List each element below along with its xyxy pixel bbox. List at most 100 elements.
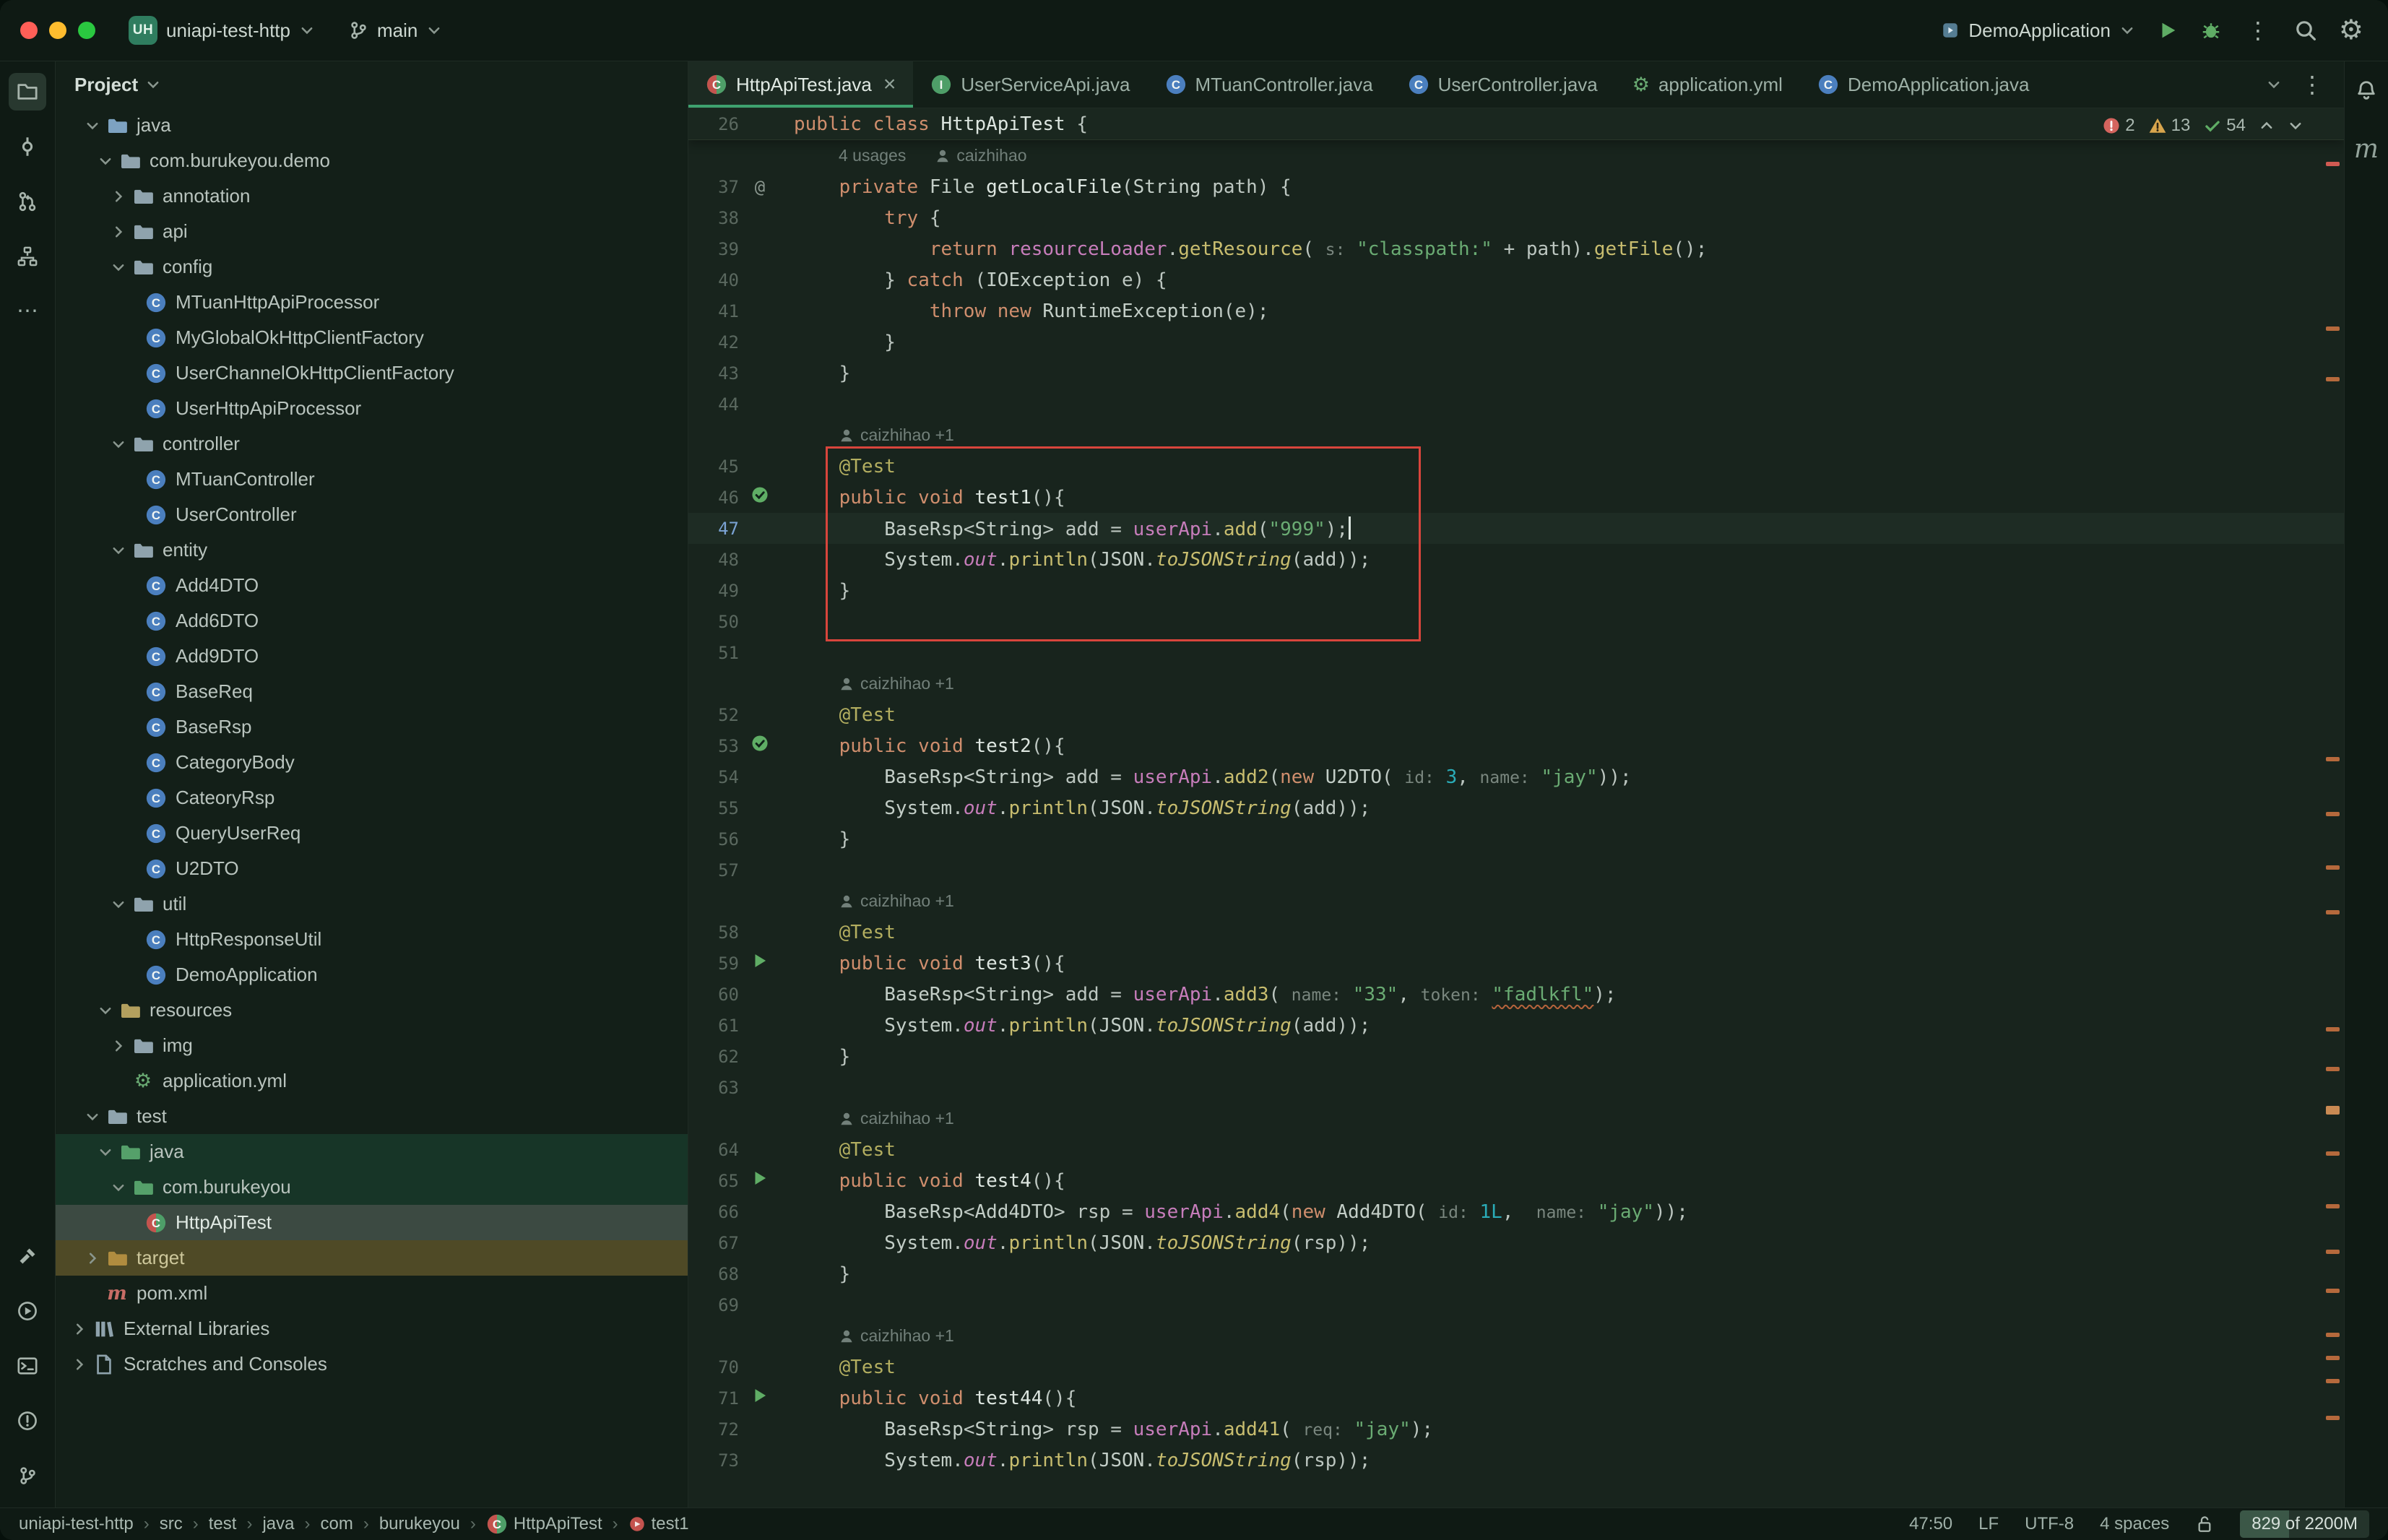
inlay-hint-line[interactable]: caizhihao +1 bbox=[688, 886, 2344, 917]
chevron-down-icon[interactable] bbox=[109, 259, 128, 275]
line-number[interactable]: 66 bbox=[688, 1202, 743, 1222]
line-number[interactable]: 63 bbox=[688, 1078, 743, 1098]
inlay-hint-line[interactable]: caizhihao +1 bbox=[688, 1320, 2344, 1351]
tree-item[interactable]: test bbox=[56, 1099, 688, 1134]
code-text[interactable]: BaseRsp<String> rsp = userApi.add41( req… bbox=[776, 1419, 1433, 1440]
code-line[interactable]: 64 @Test bbox=[688, 1134, 2344, 1165]
file-encoding[interactable]: UTF-8 bbox=[2025, 1514, 2074, 1534]
tree-item[interactable]: com.burukeyou.demo bbox=[56, 143, 688, 178]
line-number[interactable]: 48 bbox=[688, 550, 743, 570]
tree-item[interactable]: annotation bbox=[56, 178, 688, 214]
tree-item[interactable]: util bbox=[56, 886, 688, 922]
code-line[interactable]: 67 System.out.println(JSON.toJSONString(… bbox=[688, 1227, 2344, 1258]
code-line[interactable]: 40 } catch (IOException e) { bbox=[688, 264, 2344, 295]
breadcrumb-item[interactable]: java bbox=[262, 1514, 294, 1534]
editor[interactable]: 26public class HttpApiTest { 4 usagescai… bbox=[688, 108, 2344, 1507]
line-number[interactable]: 49 bbox=[688, 581, 743, 601]
chevron-right-icon[interactable] bbox=[70, 1321, 89, 1337]
code-line[interactable]: 65 public void test4(){ bbox=[688, 1165, 2344, 1196]
more-actions-icon[interactable]: ⋮ bbox=[2244, 19, 2272, 42]
tree-item[interactable]: CUserController bbox=[56, 497, 688, 532]
code-text[interactable]: public void test3(){ bbox=[776, 953, 1065, 974]
tree-item[interactable]: CU2DTO bbox=[56, 851, 688, 886]
code-text[interactable]: BaseRsp<Add4DTO> rsp = userApi.add4(new … bbox=[776, 1201, 1688, 1223]
line-number[interactable]: 59 bbox=[688, 953, 743, 974]
chevron-right-icon[interactable] bbox=[70, 1357, 89, 1372]
chevron-down-icon[interactable] bbox=[109, 896, 128, 912]
code-line[interactable]: 71 public void test44(){ bbox=[688, 1383, 2344, 1414]
tree-item[interactable]: java bbox=[56, 1134, 688, 1169]
code-text[interactable]: @Test bbox=[776, 704, 896, 726]
chevron-down-icon[interactable] bbox=[145, 77, 161, 92]
hidden-tabs-chevron-icon[interactable] bbox=[2266, 77, 2282, 92]
editor-tab[interactable]: ⚙application.yml bbox=[1615, 61, 1800, 108]
breadcrumb-item[interactable]: test bbox=[209, 1514, 237, 1534]
code-line[interactable]: 51 bbox=[688, 637, 2344, 668]
line-number[interactable]: 71 bbox=[688, 1388, 743, 1409]
line-number[interactable]: 56 bbox=[688, 829, 743, 849]
line-number[interactable]: 55 bbox=[688, 798, 743, 818]
maven-tool-button[interactable]: m bbox=[2348, 131, 2385, 168]
minimize-window-button[interactable] bbox=[49, 22, 66, 39]
tree-item[interactable]: CCategoryBody bbox=[56, 745, 688, 780]
line-number[interactable]: 68 bbox=[688, 1264, 743, 1284]
line-number[interactable]: 67 bbox=[688, 1233, 743, 1253]
code-line[interactable]: 55 System.out.println(JSON.toJSONString(… bbox=[688, 792, 2344, 823]
code-text[interactable]: System.out.println(JSON.toJSONString(add… bbox=[776, 797, 1370, 819]
tree-item[interactable]: controller bbox=[56, 426, 688, 462]
line-number[interactable]: 57 bbox=[688, 860, 743, 881]
run-button[interactable] bbox=[2157, 20, 2179, 41]
line-number[interactable]: 38 bbox=[688, 208, 743, 228]
code-text[interactable]: @Test bbox=[776, 1139, 896, 1161]
code-line[interactable]: 57 bbox=[688, 855, 2344, 886]
chevron-right-icon[interactable] bbox=[109, 189, 128, 204]
code-line[interactable]: 42 } bbox=[688, 326, 2344, 358]
indent-style[interactable]: 4 spaces bbox=[2100, 1514, 2169, 1534]
prev-issue-icon[interactable] bbox=[2259, 118, 2275, 134]
line-number[interactable]: 65 bbox=[688, 1171, 743, 1191]
code-line[interactable]: 69 bbox=[688, 1289, 2344, 1320]
code-line[interactable]: 60 BaseRsp<String> add = userApi.add3( n… bbox=[688, 979, 2344, 1010]
line-number[interactable]: 60 bbox=[688, 985, 743, 1005]
line-number[interactable]: 26 bbox=[688, 114, 743, 134]
test-passed-icon[interactable] bbox=[750, 485, 769, 509]
code-line[interactable]: 61 System.out.println(JSON.toJSONString(… bbox=[688, 1010, 2344, 1041]
chevron-down-icon[interactable] bbox=[83, 118, 102, 134]
code-line[interactable]: 58 @Test bbox=[688, 917, 2344, 948]
breadcrumb-item[interactable]: com bbox=[320, 1514, 352, 1534]
tree-item[interactable]: mpom.xml bbox=[56, 1276, 688, 1311]
code-text[interactable]: public class HttpApiTest { bbox=[776, 113, 1088, 135]
line-number[interactable]: 54 bbox=[688, 767, 743, 787]
code-line[interactable]: 59 public void test3(){ bbox=[688, 948, 2344, 979]
tree-item[interactable]: CAdd4DTO bbox=[56, 568, 688, 603]
code-line[interactable]: 43 } bbox=[688, 358, 2344, 389]
chevron-right-icon[interactable] bbox=[109, 224, 128, 240]
code-text[interactable]: BaseRsp<String> add = userApi.add3( name… bbox=[776, 984, 1617, 1005]
code-text[interactable]: } bbox=[776, 332, 896, 353]
code-text[interactable]: @Test bbox=[776, 456, 896, 477]
inlay-hint-line[interactable]: caizhihao +1 bbox=[688, 668, 2344, 699]
tree-item[interactable]: java bbox=[56, 108, 688, 143]
tree-item[interactable]: CUserHttpApiProcessor bbox=[56, 391, 688, 426]
line-number[interactable]: 69 bbox=[688, 1295, 743, 1315]
code-line[interactable]: 72 BaseRsp<String> rsp = userApi.add41( … bbox=[688, 1414, 2344, 1445]
run-test-icon[interactable] bbox=[750, 1386, 769, 1410]
chevron-down-icon[interactable] bbox=[96, 153, 115, 169]
tree-item[interactable]: Scratches and Consoles bbox=[56, 1346, 688, 1382]
errors-indicator[interactable]: 2 bbox=[2102, 116, 2134, 136]
code-text[interactable]: System.out.println(JSON.toJSONString(rsp… bbox=[776, 1232, 1370, 1254]
breadcrumb-item[interactable]: src bbox=[160, 1514, 183, 1534]
code-text[interactable]: public void test1(){ bbox=[776, 487, 1065, 509]
code-text[interactable]: private File getLocalFile(String path) { bbox=[776, 176, 1292, 198]
line-number[interactable]: 64 bbox=[688, 1140, 743, 1160]
editor-tab[interactable]: IUserServiceApi.java bbox=[913, 61, 1147, 108]
line-number[interactable]: 45 bbox=[688, 457, 743, 477]
tree-item[interactable]: CMTuanHttpApiProcessor bbox=[56, 285, 688, 320]
code-text[interactable]: @Test bbox=[776, 922, 896, 943]
usages-hint[interactable]: 4 usages bbox=[839, 146, 906, 165]
line-number[interactable]: 39 bbox=[688, 239, 743, 259]
code-text[interactable]: public void test44(){ bbox=[776, 1388, 1076, 1409]
code-line[interactable]: 52 @Test bbox=[688, 699, 2344, 730]
code-line[interactable]: 70 @Test bbox=[688, 1351, 2344, 1383]
inlay-hint-line[interactable]: 4 usagescaizhihao bbox=[688, 140, 2344, 171]
